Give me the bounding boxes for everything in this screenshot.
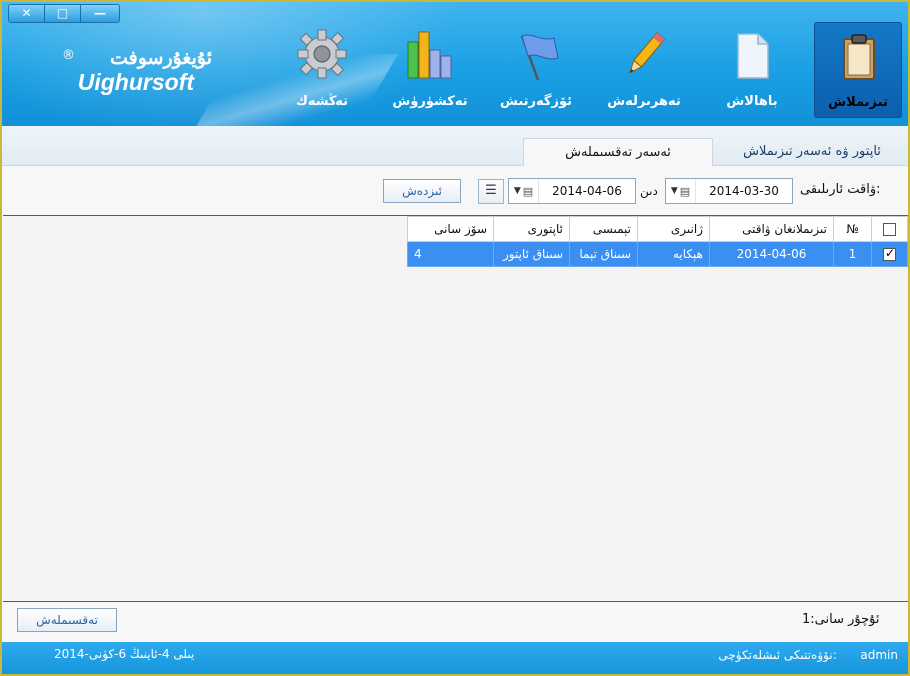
tab-author-work-register[interactable]: ئاپتور ۋە ئەسەر تىزىملاش <box>722 138 902 166</box>
from-suffix-label: دىن <box>640 184 658 198</box>
brand-name-uyghur: ئۇيغۇرسوفت <box>109 47 212 69</box>
nav-check-label: تەكشۈرۈش <box>392 94 468 109</box>
registered-mark: ® <box>62 48 75 63</box>
header-bar: ✕ □ — ® ئۇيغۇرسوفت Uighursoft تىزىملاش ب… <box>2 2 908 126</box>
record-count: ئۇچۇر سانى:1 <box>802 612 880 627</box>
clipboard-icon <box>843 34 875 80</box>
brand-name-english: Uighursoft <box>77 69 194 95</box>
nav-evaluate[interactable]: باھالاش <box>708 22 796 118</box>
nav-modify[interactable]: ئۆزگەرتىش <box>492 22 580 118</box>
tab-strip: ئەسەر تەقسىملەش ئاپتور ۋە ئەسەر تىزىملاش <box>2 126 908 166</box>
column-header-register-time[interactable]: تىزىملانغان ۋاقتى <box>709 216 834 242</box>
select-all-checkbox-cell[interactable] <box>871 216 908 242</box>
status-user-area: نۆۋەتتىكى ئىشلەتكۈچى: admin <box>718 648 898 662</box>
cell-topic: سىناق تېما <box>569 241 638 267</box>
nav-edit-label: تەھرىرلەش <box>607 94 681 109</box>
status-username: admin <box>860 648 898 662</box>
nav-check[interactable]: تەكشۈرۈش <box>386 22 474 118</box>
bar-chart-icon <box>407 31 452 79</box>
gear-icon <box>297 29 347 79</box>
nav-settings[interactable]: تەڭشەك <box>278 22 366 118</box>
nav-register[interactable]: تىزىملاش <box>814 22 902 118</box>
row-checkbox-cell[interactable] <box>871 241 908 267</box>
table-row[interactable]: 1 2014-04-06 ھېكايە سىناق تېما سىناق ئاپ… <box>407 241 908 267</box>
time-range-label: ۋاقت ئارىلىقى: <box>800 182 881 197</box>
works-table: № تىزىملانغان ۋاقتى ژانىرى تېمىسى ئاپتور… <box>407 216 908 267</box>
works-grid[interactable]: № تىزىملانغان ۋاقتى ژانىرى تېمىسى ئاپتور… <box>3 215 908 602</box>
status-operator-label: نۆۋەتتىكى ئىشلەتكۈچى: <box>718 648 837 662</box>
date-from-picker[interactable]: ▼ ▤ 2014-03-30 <box>665 178 793 204</box>
nav-settings-label: تەڭشەك <box>296 94 348 109</box>
restore-button[interactable]: □ <box>45 5 81 22</box>
column-header-number[interactable]: № <box>833 216 872 242</box>
nav-evaluate-label: باھالاش <box>726 94 778 109</box>
cell-word-count: 4 <box>407 241 494 267</box>
select-all-checkbox[interactable] <box>883 223 896 236</box>
row-checkbox[interactable] <box>883 246 896 261</box>
date-from-value: 2014-03-30 <box>709 184 779 198</box>
calendar-dropdown-icon[interactable]: ▼ ▤ <box>509 179 539 203</box>
status-date: 2014-يىلى 4-ئاينىڭ 6-كۈنى <box>54 647 195 661</box>
nav-register-label: تىزىملاش <box>828 95 888 110</box>
app-window: ✕ □ — ® ئۇيغۇرسوفت Uighursoft تىزىملاش ب… <box>0 0 910 676</box>
nav-modify-label: ئۆزگەرتىش <box>499 94 572 109</box>
table-header-row: № تىزىملانغان ۋاقتى ژانىرى تېمىسى ئاپتور… <box>407 216 908 242</box>
list-options-icon[interactable]: ☰ <box>478 179 504 204</box>
document-icon <box>737 33 769 79</box>
pencil-icon <box>629 32 666 74</box>
column-header-author[interactable]: ئاپتورى <box>493 216 570 242</box>
brand-logo: ® ئۇيغۇرسوفت Uighursoft <box>62 46 212 94</box>
search-button[interactable]: ئىزدەش <box>383 179 461 203</box>
close-button[interactable]: ✕ <box>9 5 45 22</box>
cell-author: سىناق ئاپتور <box>493 241 570 267</box>
date-to-value: 2014-04-06 <box>552 184 622 198</box>
column-header-word-count[interactable]: سۆز سانى <box>407 216 494 242</box>
status-bar: 2014-يىلى 4-ئاينىڭ 6-كۈنى نۆۋەتتىكى ئىشل… <box>2 642 908 674</box>
window-controls: ✕ □ — <box>8 4 120 23</box>
column-header-topic[interactable]: تېمىسى <box>569 216 638 242</box>
flag-icon <box>520 34 559 81</box>
column-header-genre[interactable]: ژانىرى <box>637 216 710 242</box>
nav-edit[interactable]: تەھرىرلەش <box>600 22 688 118</box>
cell-number: 1 <box>833 241 872 267</box>
tab-distribute-work[interactable]: ئەسەر تەقسىملەش <box>523 138 713 166</box>
distribute-button[interactable]: تەقسىملەش <box>17 608 117 632</box>
calendar-dropdown-icon[interactable]: ▼ ▤ <box>666 179 696 203</box>
minimize-button[interactable]: — <box>81 5 119 22</box>
cell-register-time: 2014-04-06 <box>709 241 834 267</box>
date-to-picker[interactable]: ▼ ▤ 2014-04-06 <box>508 178 636 204</box>
cell-genre: ھېكايە <box>637 241 710 267</box>
